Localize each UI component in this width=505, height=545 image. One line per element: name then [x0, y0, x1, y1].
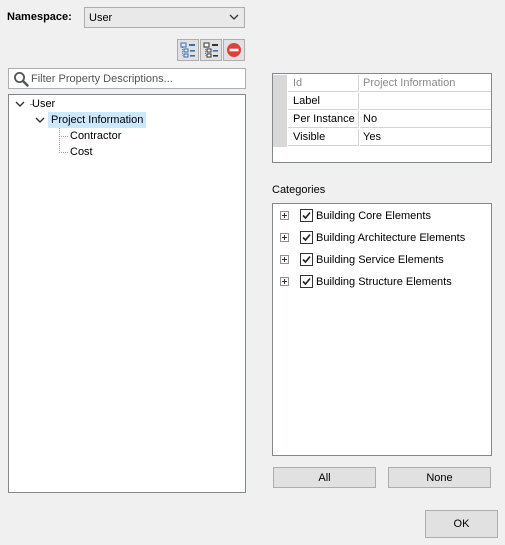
filter-input[interactable] — [31, 70, 241, 87]
search-icon — [14, 72, 29, 87]
category-item[interactable]: Building Core Elements — [273, 207, 489, 225]
property-value[interactable]: No — [360, 111, 491, 128]
remove-button[interactable] — [223, 39, 245, 61]
collapse-all-button[interactable] — [200, 39, 222, 61]
collapse-all-icon — [203, 42, 218, 58]
property-key: Per Instance — [288, 111, 359, 128]
namespace-label: Namespace: — [7, 11, 72, 23]
property-key: Label — [288, 93, 359, 110]
category-label: Building Structure Elements — [316, 276, 452, 288]
property-value[interactable] — [360, 93, 491, 110]
row-gutter — [273, 129, 287, 147]
expand-plus-icon[interactable] — [280, 255, 289, 264]
property-tree[interactable]: User Project Information Contractor Cost — [8, 94, 246, 493]
property-row-label[interactable]: Label — [273, 93, 491, 111]
expand-plus-icon[interactable] — [280, 211, 289, 220]
category-label: Building Core Elements — [316, 210, 431, 222]
category-checkbox[interactable] — [300, 253, 313, 266]
categories-list[interactable]: Building Core Elements Building Architec… — [272, 203, 492, 456]
category-label: Building Architecture Elements — [316, 232, 466, 244]
namespace-dropdown[interactable]: User — [84, 7, 245, 28]
select-all-button[interactable]: All — [273, 467, 376, 488]
chevron-down-icon — [229, 14, 239, 20]
checkmark-icon — [302, 255, 311, 264]
ok-button[interactable]: OK — [425, 510, 498, 538]
tree-node-label: Contractor — [70, 130, 122, 142]
tree-connector — [59, 128, 60, 153]
checkmark-icon — [302, 211, 311, 220]
category-label: Building Service Elements — [316, 254, 444, 266]
expand-all-button[interactable] — [177, 39, 199, 61]
property-value: Project Information — [360, 75, 491, 92]
row-gutter — [273, 111, 287, 129]
property-row-visible[interactable]: Visible Yes — [273, 129, 491, 147]
expand-plus-icon[interactable] — [280, 233, 289, 242]
namespace-selected-value: User — [89, 11, 113, 24]
category-checkbox[interactable] — [300, 275, 313, 288]
chevron-down-icon[interactable] — [35, 115, 45, 125]
row-gutter — [273, 93, 287, 111]
property-key: Id — [288, 75, 359, 92]
categories-label: Categories — [272, 184, 326, 196]
property-row-id[interactable]: Id Project Information — [273, 75, 491, 93]
category-item[interactable]: Building Architecture Elements — [273, 229, 489, 247]
filter-field[interactable] — [8, 68, 246, 89]
checkmark-icon — [302, 277, 311, 286]
property-key: Visible — [288, 129, 359, 146]
category-checkbox[interactable] — [300, 209, 313, 222]
property-grid[interactable]: Id Project Information Label Per Instanc… — [272, 73, 492, 163]
select-none-button[interactable]: None — [388, 467, 491, 488]
property-row-per-instance[interactable]: Per Instance No — [273, 111, 491, 129]
category-item[interactable]: Building Structure Elements — [273, 273, 489, 291]
expand-plus-icon[interactable] — [280, 277, 289, 286]
expand-all-icon — [180, 42, 195, 58]
row-gutter — [273, 75, 287, 93]
chevron-down-icon[interactable] — [15, 99, 25, 109]
category-checkbox[interactable] — [300, 231, 313, 244]
category-item[interactable]: Building Service Elements — [273, 251, 489, 269]
property-value[interactable]: Yes — [360, 129, 491, 146]
tree-node-label: Cost — [70, 146, 93, 158]
remove-red-icon — [227, 43, 241, 57]
tree-node-label: Project Information — [48, 112, 147, 128]
checkmark-icon — [302, 233, 311, 242]
tree-node-label: User — [32, 98, 56, 110]
